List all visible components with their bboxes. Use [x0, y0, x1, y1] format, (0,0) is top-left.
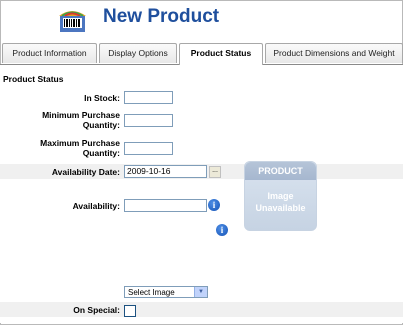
availability-input[interactable]: [124, 199, 207, 212]
placeholder-product-text: PRODUCT: [245, 162, 316, 180]
tab-content: Product Status: [0, 65, 403, 323]
chevron-down-icon[interactable]: ▼: [194, 287, 207, 297]
placeholder-image-line: Image: [267, 191, 294, 201]
placeholder-unavailable-line: Unavailable: [255, 203, 306, 213]
availability-date-input[interactable]: 2009-10-16: [124, 165, 207, 178]
min-qty-label: Minimum Purchase Quantity:: [42, 110, 120, 130]
image-select[interactable]: Select Image ▼: [124, 286, 208, 298]
max-qty-label-line2: Quantity:: [82, 148, 120, 158]
tab-product-dimensions[interactable]: Product Dimensions and Weight: [265, 43, 403, 63]
product-image-placeholder: PRODUCT Image Unavailable: [244, 161, 317, 231]
image-select-value: Select Image: [128, 288, 175, 297]
availability-date-label: Availability Date:: [51, 167, 120, 177]
product-box-icon: [59, 11, 86, 32]
on-special-label: On Special:: [73, 305, 120, 315]
tab-bar: Product Information Display Options Prod…: [0, 43, 403, 65]
in-stock-input[interactable]: [124, 91, 173, 104]
date-picker-button[interactable]: ...: [209, 166, 221, 178]
tab-product-status[interactable]: Product Status: [179, 43, 263, 65]
on-special-checkbox[interactable]: [124, 305, 136, 317]
info-icon[interactable]: i: [208, 199, 220, 211]
min-qty-label-line1: Minimum Purchase: [42, 110, 120, 120]
tab-display-options[interactable]: Display Options: [99, 43, 177, 63]
tab-product-information[interactable]: Product Information: [2, 43, 97, 63]
availability-label: Availability:: [72, 201, 120, 211]
on-special-row: [0, 302, 403, 317]
image-info-icon[interactable]: i: [216, 224, 228, 236]
max-qty-label-line1: Maximum Purchase: [40, 138, 120, 148]
page-header: New Product: [0, 0, 403, 42]
max-qty-label: Maximum Purchase Quantity:: [40, 138, 120, 158]
min-qty-label-line2: Quantity:: [82, 120, 120, 130]
page-title: New Product: [103, 6, 220, 27]
placeholder-unavailable-text: Image Unavailable: [245, 190, 316, 214]
max-qty-input[interactable]: [124, 142, 173, 155]
min-qty-input[interactable]: [124, 114, 173, 127]
section-title: Product Status: [3, 74, 64, 84]
in-stock-label: In Stock:: [84, 93, 120, 103]
